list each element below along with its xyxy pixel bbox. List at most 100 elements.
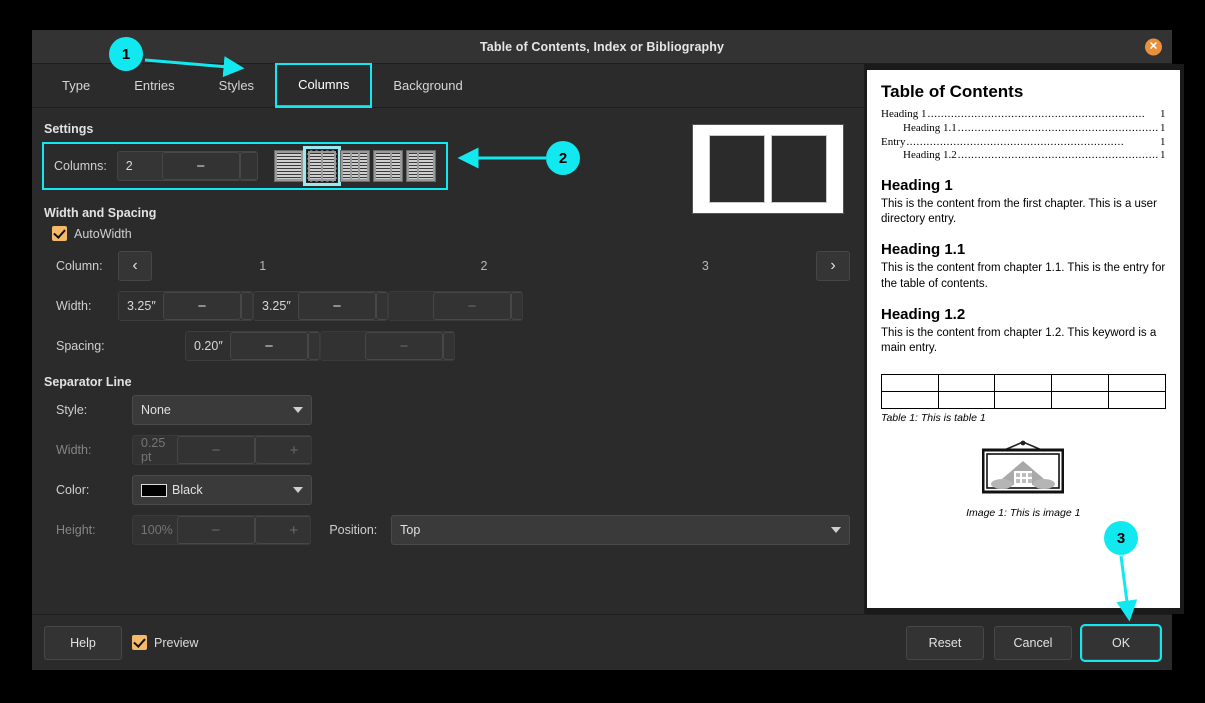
preset-2-columns[interactable] <box>307 150 337 182</box>
toc-entry: Heading 1.1 ............................… <box>881 122 1166 136</box>
toc-entry: Heading 1 ..............................… <box>881 108 1166 122</box>
spacing-1-decrement[interactable]: − <box>230 332 308 360</box>
columns-stepper[interactable]: 2 − + <box>117 151 258 181</box>
separator-line-title: Separator Line <box>44 375 850 389</box>
separator-height-increment: + <box>255 516 312 544</box>
dialog-titlebar: Table of Contents, Index or Bibliography… <box>32 30 1172 64</box>
column-1-width-increment[interactable]: + <box>241 292 253 320</box>
spacing-1-increment[interactable]: + <box>308 332 320 360</box>
separator-color-value: Black <box>172 483 293 497</box>
preset-3-columns[interactable] <box>340 150 370 182</box>
tab-type[interactable]: Type <box>40 64 112 107</box>
column-2-width-value[interactable]: 3.25″ <box>254 299 298 313</box>
column-number-3: 3 <box>595 259 816 273</box>
separator-width-label: Width: <box>56 443 132 457</box>
tab-styles[interactable]: Styles <box>197 64 276 107</box>
column-3-width-increment: + <box>511 292 523 320</box>
tab-columns[interactable]: Columns <box>276 64 371 107</box>
close-icon[interactable]: ✕ <box>1145 38 1162 55</box>
separator-color-select[interactable]: Black <box>132 475 312 505</box>
left-pane: Type Entries Styles Columns Background S… <box>32 64 865 614</box>
help-button[interactable]: Help <box>44 626 122 660</box>
reset-button[interactable]: Reset <box>906 626 984 660</box>
separator-style-row: Style: None <box>56 395 850 425</box>
columns-value[interactable]: 2 <box>118 159 162 173</box>
toc-entry-page: 1 <box>1160 149 1166 163</box>
separator-style-label: Style: <box>56 403 132 417</box>
preset-2-columns-left-wide[interactable] <box>373 150 403 182</box>
autowidth-row[interactable]: AutoWidth <box>52 226 850 241</box>
tab-bar: Type Entries Styles Columns Background <box>32 64 864 108</box>
column-number-1: 1 <box>152 259 373 273</box>
cancel-button[interactable]: Cancel <box>994 626 1072 660</box>
previous-column-button[interactable]: ‹ <box>118 251 152 281</box>
toc-leader: ........................................… <box>958 122 1159 136</box>
separator-position-label: Position: <box>311 523 391 537</box>
columns-increment-button[interactable]: + <box>240 152 258 180</box>
preview-heading: Heading 1.1 <box>881 241 1166 258</box>
preview-checkbox[interactable] <box>132 635 147 650</box>
autowidth-checkbox[interactable] <box>52 226 67 241</box>
column-2-width-increment[interactable]: + <box>376 292 388 320</box>
preview-heading: Heading 1.2 <box>881 306 1166 323</box>
columns-label: Columns: <box>54 159 107 173</box>
preset-2-columns-right-wide[interactable] <box>406 150 436 182</box>
toc-entry-page: 1 <box>1160 108 1166 122</box>
preview-toggle[interactable]: Preview <box>132 635 198 650</box>
spacing-label: Spacing: <box>42 339 118 353</box>
toc-entry-text: Heading 1.1 <box>903 122 957 136</box>
callout-badge-1: 1 <box>109 37 143 71</box>
tab-background[interactable]: Background <box>371 64 484 107</box>
column-label: Column: <box>42 259 118 273</box>
toc-entry-page: 1 <box>1160 122 1166 136</box>
width-and-spacing-section: Width and Spacing AutoWidth Column: ‹ 1 … <box>42 206 850 361</box>
width-row: Width: 3.25″ − + 3.25″ − + <box>42 291 850 321</box>
toc-entry-text: Heading 1 <box>881 108 927 122</box>
spacing-1-value[interactable]: 0.20″ <box>186 339 230 353</box>
preview-paragraph: This is the content from chapter 1.2. Th… <box>881 326 1166 356</box>
separator-style-select[interactable]: None <box>132 395 312 425</box>
dialog-title: Table of Contents, Index or Bibliography <box>480 40 724 54</box>
dialog-body: Type Entries Styles Columns Background S… <box>32 64 1172 614</box>
toc-entry-text: Entry <box>881 136 905 150</box>
separator-height-value: 100% <box>133 523 177 537</box>
toc-entry: Heading 1.2 ............................… <box>881 149 1166 163</box>
dialog-footer: Help Preview Reset Cancel OK <box>32 614 1172 670</box>
preview-image-block: Image 1: This is image 1 <box>881 440 1166 519</box>
separator-height-label: Height: <box>56 523 132 537</box>
separator-line-section: Separator Line Style: None Width: <box>42 375 850 545</box>
next-column-button[interactable]: › <box>816 251 850 281</box>
callout-badge-2: 2 <box>546 141 580 175</box>
column-1-width-decrement[interactable]: − <box>163 292 241 320</box>
column-1-width-value[interactable]: 3.25″ <box>119 299 163 313</box>
toc-leader: ........................................… <box>906 136 1159 150</box>
width-label: Width: <box>42 299 118 313</box>
toc-entry-text: Heading 1.2 <box>903 149 957 163</box>
spacing-2-decrement: − <box>365 332 443 360</box>
column-1-width-stepper[interactable]: 3.25″ − + <box>118 291 253 321</box>
column-2-width-decrement[interactable]: − <box>298 292 376 320</box>
separator-height-stepper: 100% − + <box>132 515 312 545</box>
separator-position-select[interactable]: Top <box>391 515 850 545</box>
framed-picture-icon <box>982 440 1064 494</box>
separator-width-decrement: − <box>177 436 255 464</box>
separator-width-stepper: 0.25 pt − + <box>132 435 312 465</box>
table-row <box>882 392 1166 409</box>
column-preset-list <box>274 150 436 182</box>
table-caption: Table 1: This is table 1 <box>881 412 1166 424</box>
table-row <box>882 375 1166 392</box>
preset-1-column[interactable] <box>274 150 304 182</box>
toc-leader: ........................................… <box>928 108 1160 122</box>
separator-color-label: Color: <box>56 483 132 497</box>
column-number-list: 1 2 3 <box>152 259 816 273</box>
column-2-width-stepper[interactable]: 3.25″ − + <box>253 291 388 321</box>
separator-color-row: Color: Black <box>56 475 850 505</box>
callout-badge-3: 3 <box>1104 521 1138 555</box>
column-3-width-decrement: − <box>433 292 511 320</box>
spacing-2-stepper: − + <box>320 331 455 361</box>
column-selector-row: Column: ‹ 1 2 3 › <box>42 251 850 281</box>
columns-decrement-button[interactable]: − <box>162 152 240 180</box>
ok-button[interactable]: OK <box>1082 626 1160 660</box>
spacing-1-stepper[interactable]: 0.20″ − + <box>185 331 320 361</box>
chevron-down-icon <box>293 407 303 413</box>
